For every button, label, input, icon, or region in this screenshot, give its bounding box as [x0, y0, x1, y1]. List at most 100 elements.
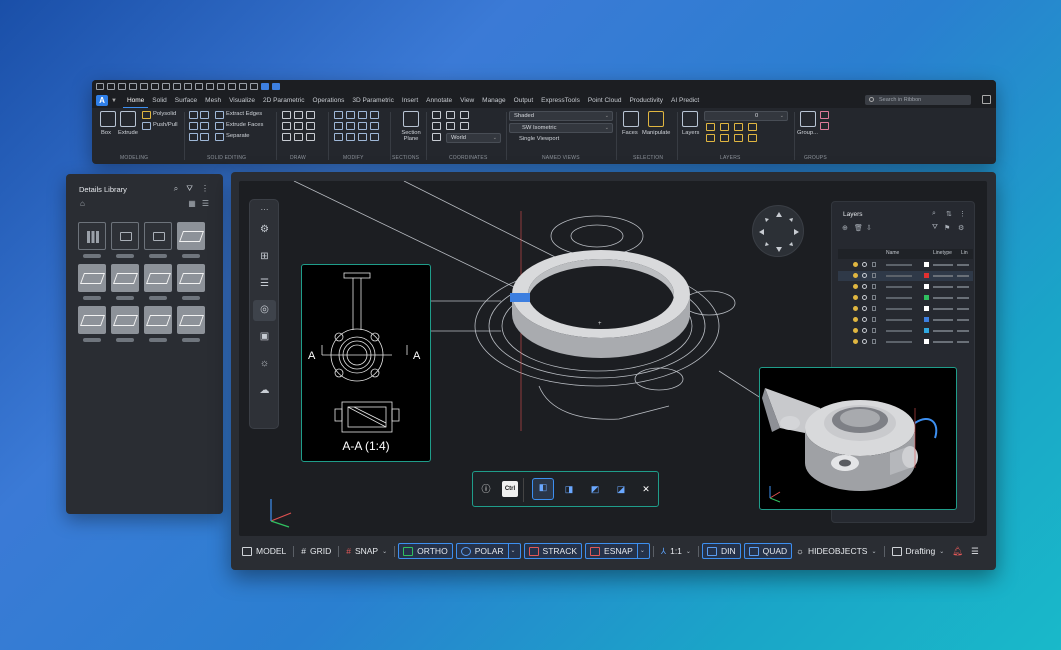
settings-sliders-icon[interactable]: ⚙ [258, 224, 271, 236]
tab-home[interactable]: Home [122, 93, 149, 108]
layer-freeze-icon[interactable] [720, 123, 729, 131]
tab-expresstools[interactable]: ExpressTools [537, 93, 584, 108]
select-mode-button[interactable]: ◧ [532, 478, 554, 500]
snap-toggle[interactable]: # SNAP ⌄ [342, 543, 391, 559]
layer-row[interactable] [838, 337, 973, 347]
column-name[interactable]: Name [886, 250, 899, 256]
layer-isolate-icon[interactable] [748, 123, 757, 131]
polyline-icon[interactable] [294, 111, 303, 119]
more-options-icon[interactable]: ⋮ [201, 184, 209, 194]
explode-icon[interactable] [358, 133, 367, 141]
trim-icon[interactable] [358, 122, 367, 130]
solid-editing-panel-label[interactable]: SOLID EDITING [207, 155, 246, 161]
layers-stack-icon[interactable]: ☰ [258, 278, 271, 290]
groups-panel-label[interactable]: GROUPS [804, 155, 827, 161]
sort-icon[interactable]: ⇅ [946, 210, 952, 218]
library-detail-thumbnail[interactable] [78, 264, 106, 292]
manipulate-icon[interactable] [648, 111, 664, 127]
current-layer-select[interactable]: 0 ⌄ [704, 111, 788, 121]
hierarchy-icon[interactable]: ⊞ [258, 251, 271, 263]
ucs-z-icon[interactable] [460, 122, 469, 130]
filter-icon[interactable]: ⛛ [186, 184, 193, 194]
esnap-toggle[interactable]: ESNAP ⌄ [585, 543, 650, 559]
coordinate-system-select[interactable]: World ⌄ [446, 133, 501, 143]
annotation-scale-select[interactable]: ⅄ 1:1 ⌄ [657, 543, 695, 559]
layer-row[interactable] [838, 282, 973, 292]
tab-ai-predict[interactable]: AI Predict [667, 93, 703, 108]
offset-icon[interactable] [334, 133, 343, 141]
library-detail-thumbnail[interactable] [111, 306, 139, 334]
coordinates-panel-label[interactable]: COORDINATES [449, 155, 488, 161]
chevron-down-icon[interactable]: ⌄ [507, 544, 516, 558]
layer-previous-icon[interactable] [720, 134, 729, 142]
freeze-icon[interactable] [862, 306, 867, 311]
ortho-toggle[interactable]: ORTHO [398, 543, 453, 559]
layer-color-swatch[interactable] [924, 273, 929, 278]
faces-icon[interactable] [623, 111, 639, 127]
ungroup-icon[interactable] [820, 111, 829, 119]
stretch-icon[interactable] [346, 122, 355, 130]
ray-icon[interactable] [294, 122, 303, 130]
view-select[interactable]: SW Isometric ⌄ [509, 123, 613, 133]
viewport-config-button[interactable]: Single Viewport [519, 136, 559, 142]
save-icon[interactable] [118, 83, 126, 90]
freeze-icon[interactable] [862, 284, 867, 289]
chevron-down-icon[interactable]: ▼ [111, 98, 117, 104]
draw-panel-label[interactable]: DRAW [290, 155, 306, 161]
named-views-panel-label[interactable]: NAMED VIEWS [542, 155, 580, 161]
lightbulb-icon[interactable] [853, 339, 858, 344]
app-icon[interactable] [261, 83, 269, 90]
shell-icon[interactable] [200, 122, 209, 130]
tab-view[interactable]: View [456, 93, 478, 108]
extrude-button[interactable]: Extrude [118, 130, 138, 136]
sections-panel-label[interactable]: SECTIONS [392, 155, 419, 161]
polysolid-icon[interactable] [142, 111, 151, 119]
interfere-icon[interactable] [200, 133, 209, 141]
lock-icon[interactable] [872, 295, 876, 300]
tab-visualize[interactable]: Visualize [225, 93, 259, 108]
lock-icon[interactable] [872, 317, 876, 322]
lock-icon[interactable] [872, 306, 876, 311]
tab-solid[interactable]: Solid [148, 93, 170, 108]
lightbulb-icon[interactable] [853, 295, 858, 300]
tab-mesh[interactable]: Mesh [201, 93, 225, 108]
library-detail-thumbnail[interactable] [111, 264, 139, 292]
lock-icon[interactable] [872, 262, 876, 267]
arc-icon[interactable] [306, 111, 315, 119]
chevron-down-icon[interactable]: ⌄ [636, 544, 645, 558]
spline-icon[interactable] [282, 122, 291, 130]
lightbulb-icon[interactable] [853, 273, 858, 278]
push-pull-icon[interactable] [142, 122, 151, 130]
home-icon[interactable]: ⌂ [80, 199, 85, 208]
scale-icon[interactable] [334, 122, 343, 130]
chevron-down-icon[interactable]: ⌄ [382, 548, 387, 555]
lightbulb-icon[interactable]: ☼ [258, 358, 271, 370]
layer-on-icon[interactable] [706, 123, 715, 131]
layer-row[interactable] [838, 315, 973, 325]
properties-icon[interactable] [239, 83, 247, 90]
layer-lock-icon[interactable] [734, 123, 743, 131]
extrude-icon[interactable] [120, 111, 136, 127]
freeze-icon[interactable] [862, 262, 867, 267]
modeling-panel-label[interactable]: MODELING [120, 155, 148, 161]
model-space-toggle[interactable]: MODEL [238, 543, 290, 559]
save-as-icon[interactable] [129, 83, 137, 90]
layer-color-swatch[interactable] [924, 328, 929, 333]
search-icon[interactable]: ⌕ [174, 184, 178, 194]
close-icon[interactable]: ✕ [638, 481, 654, 497]
hatch-icon[interactable] [306, 133, 315, 141]
cloud-upload-icon[interactable]: ☁ [258, 385, 271, 397]
freeze-icon[interactable] [862, 273, 867, 278]
mirror-icon[interactable] [370, 111, 379, 119]
settings-icon[interactable] [250, 83, 258, 90]
select-face-icon[interactable]: ◩ [587, 481, 603, 497]
layer-color-swatch[interactable] [924, 317, 929, 322]
lightbulb-icon[interactable] [853, 284, 858, 289]
app-menu-button[interactable]: A [96, 95, 108, 106]
tab-annotate[interactable]: Annotate [422, 93, 456, 108]
array-icon[interactable] [346, 133, 355, 141]
paste-icon[interactable] [206, 83, 214, 90]
tab-operations[interactable]: Operations [309, 93, 349, 108]
layer-color-swatch[interactable] [924, 339, 929, 344]
layer-row[interactable] [838, 260, 973, 270]
